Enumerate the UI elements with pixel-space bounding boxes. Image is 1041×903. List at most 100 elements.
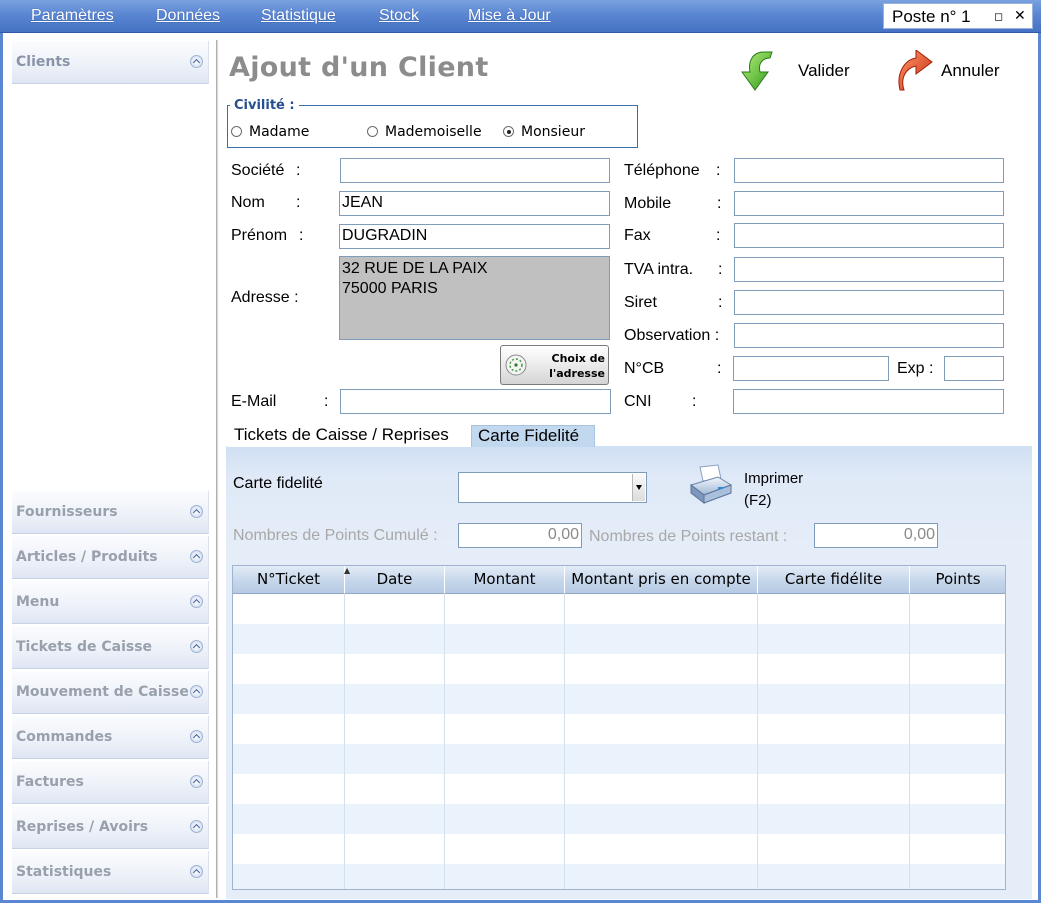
maximize-icon[interactable]: ◻ — [994, 10, 1003, 24]
chevron-up-icon[interactable] — [190, 730, 203, 743]
table-row[interactable] — [233, 804, 1005, 834]
chevron-up-icon[interactable] — [190, 550, 203, 563]
chevron-up-icon[interactable] — [190, 820, 203, 833]
chevron-up-icon[interactable] — [190, 505, 203, 518]
adresse-field[interactable]: 32 RUE DE LA PAIX 75000 PARIS — [339, 256, 610, 340]
tab-tickets-reprises[interactable]: Tickets de Caisse / Reprises — [227, 425, 471, 447]
close-icon[interactable]: ✕ — [1014, 9, 1026, 23]
siret-field[interactable] — [734, 290, 1004, 315]
column-header-montant-pris[interactable]: Montant pris en compte — [565, 566, 758, 594]
menu-statistique[interactable]: Statistique — [261, 7, 336, 25]
adresse-line2: 75000 PARIS — [342, 280, 438, 297]
menubar: Paramètres Données Statistique Stock Mis… — [0, 0, 1041, 33]
telephone-field[interactable] — [734, 158, 1004, 183]
choix-adresse-button[interactable]: Choix de l'adresse — [500, 345, 609, 385]
chevron-up-icon[interactable] — [190, 595, 203, 608]
observation-field[interactable] — [734, 323, 1004, 348]
email-field[interactable] — [340, 389, 611, 414]
column-separator — [909, 594, 910, 889]
civilite-group: Civilité : Madame Mademoiselle Monsieur — [227, 98, 638, 148]
chevron-up-icon[interactable] — [190, 775, 203, 788]
sidebar-item-commandes[interactable]: Commandes — [12, 716, 209, 759]
tva-label: TVA intra. — [624, 261, 694, 278]
radio-label: Mademoiselle — [385, 124, 482, 140]
sidebar-item-label: Factures — [16, 774, 84, 790]
table-row[interactable] — [233, 714, 1005, 744]
societe-field[interactable] — [340, 158, 610, 183]
table-row[interactable] — [233, 594, 1005, 624]
menu-parametres[interactable]: Paramètres — [31, 7, 114, 25]
sidebar-item-factures[interactable]: Factures — [12, 761, 209, 804]
societe-label: Société — [231, 162, 285, 179]
sidebar-item-label: Clients — [16, 54, 71, 70]
printer-icon — [689, 464, 733, 505]
colon: : — [718, 261, 723, 278]
points-restant-field: 0,00 — [814, 523, 938, 548]
colon: : — [718, 294, 723, 311]
table-row[interactable] — [233, 624, 1005, 654]
fax-field[interactable] — [734, 223, 1004, 248]
sort-indicator-icon: ▲ — [344, 566, 351, 575]
column-header-carte-fidelite[interactable]: Carte fidélite — [758, 566, 910, 594]
column-header-montant[interactable]: Montant — [445, 566, 565, 594]
radio-dot — [367, 126, 378, 137]
chevron-up-icon[interactable] — [190, 865, 203, 878]
imprimer-button[interactable]: Imprimer (F2) — [688, 463, 818, 513]
column-header-date[interactable]: Date — [345, 566, 445, 594]
menu-donnees[interactable]: Données — [156, 7, 220, 25]
sidebar-item-articles[interactable]: Articles / Produits — [12, 536, 209, 579]
chevron-up-icon[interactable] — [190, 55, 203, 68]
sidebar-item-tickets[interactable]: Tickets de Caisse — [12, 626, 209, 669]
ncb-field[interactable] — [733, 356, 889, 381]
table-row[interactable] — [233, 654, 1005, 684]
points-cumules-field: 0,00 — [458, 523, 582, 548]
colon: : — [296, 162, 301, 179]
chevron-up-icon[interactable] — [190, 685, 203, 698]
colon: : — [717, 360, 722, 377]
sidebar-item-label: Articles / Produits — [16, 549, 158, 565]
cni-label: CNI — [624, 393, 652, 410]
cni-field[interactable] — [733, 389, 1004, 414]
menu-stock[interactable]: Stock — [379, 7, 419, 25]
exp-label: Exp : — [897, 360, 934, 377]
table-row[interactable] — [233, 744, 1005, 774]
valider-button[interactable]: Valider — [736, 48, 866, 94]
tva-field[interactable] — [734, 257, 1004, 282]
sidebar-item-mouvement[interactable]: Mouvement de Caisse — [12, 671, 209, 714]
table-row[interactable] — [233, 774, 1005, 804]
sidebar-item-reprises[interactable]: Reprises / Avoirs — [12, 806, 209, 849]
table-row[interactable] — [233, 834, 1005, 864]
sidebar-splitter[interactable] — [216, 40, 219, 898]
imprimer-label: Imprimer — [744, 470, 804, 487]
window-title-box: Poste n° 1 ◻ ✕ — [883, 3, 1033, 29]
annuler-button[interactable]: Annuler — [896, 48, 1021, 94]
table-row[interactable] — [233, 864, 1005, 889]
table-row[interactable] — [233, 684, 1005, 714]
sidebar-item-label: Fournisseurs — [16, 504, 118, 520]
sidebar-item-fournisseurs[interactable]: Fournisseurs — [12, 491, 209, 534]
dropdown-arrow-icon[interactable] — [632, 474, 645, 501]
sidebar-item-statistiques[interactable]: Statistiques — [12, 851, 209, 894]
column-separator — [757, 594, 758, 889]
sidebar-item-clients[interactable]: Clients — [12, 41, 209, 84]
exp-field[interactable] — [944, 356, 1004, 381]
fax-label: Fax — [624, 227, 651, 244]
colon: : — [296, 194, 301, 211]
column-separator — [444, 594, 445, 889]
menu-mise-a-jour[interactable]: Mise à Jour — [468, 7, 551, 25]
sidebar-item-label: Mouvement de Caisse — [16, 684, 189, 700]
colon: : — [717, 195, 722, 212]
carte-fidelite-select[interactable] — [458, 472, 647, 503]
colon: : — [716, 227, 721, 244]
prenom-label: Prénom — [231, 227, 288, 244]
mobile-field[interactable] — [734, 191, 1004, 216]
tickets-grid[interactable]: N°Ticket Date Montant Montant pris en co… — [232, 565, 1006, 890]
chevron-up-icon[interactable] — [190, 640, 203, 653]
tab-carte-fidelite[interactable]: Carte Fidelité — [471, 425, 595, 447]
nom-field[interactable]: JEAN — [339, 191, 610, 216]
prenom-field[interactable]: DUGRADIN — [339, 224, 610, 249]
sidebar-item-menu[interactable]: Menu — [12, 581, 209, 624]
nom-label: Nom — [231, 194, 265, 211]
column-header-points[interactable]: Points — [910, 566, 1005, 594]
column-header-nticket[interactable]: N°Ticket — [233, 566, 345, 594]
